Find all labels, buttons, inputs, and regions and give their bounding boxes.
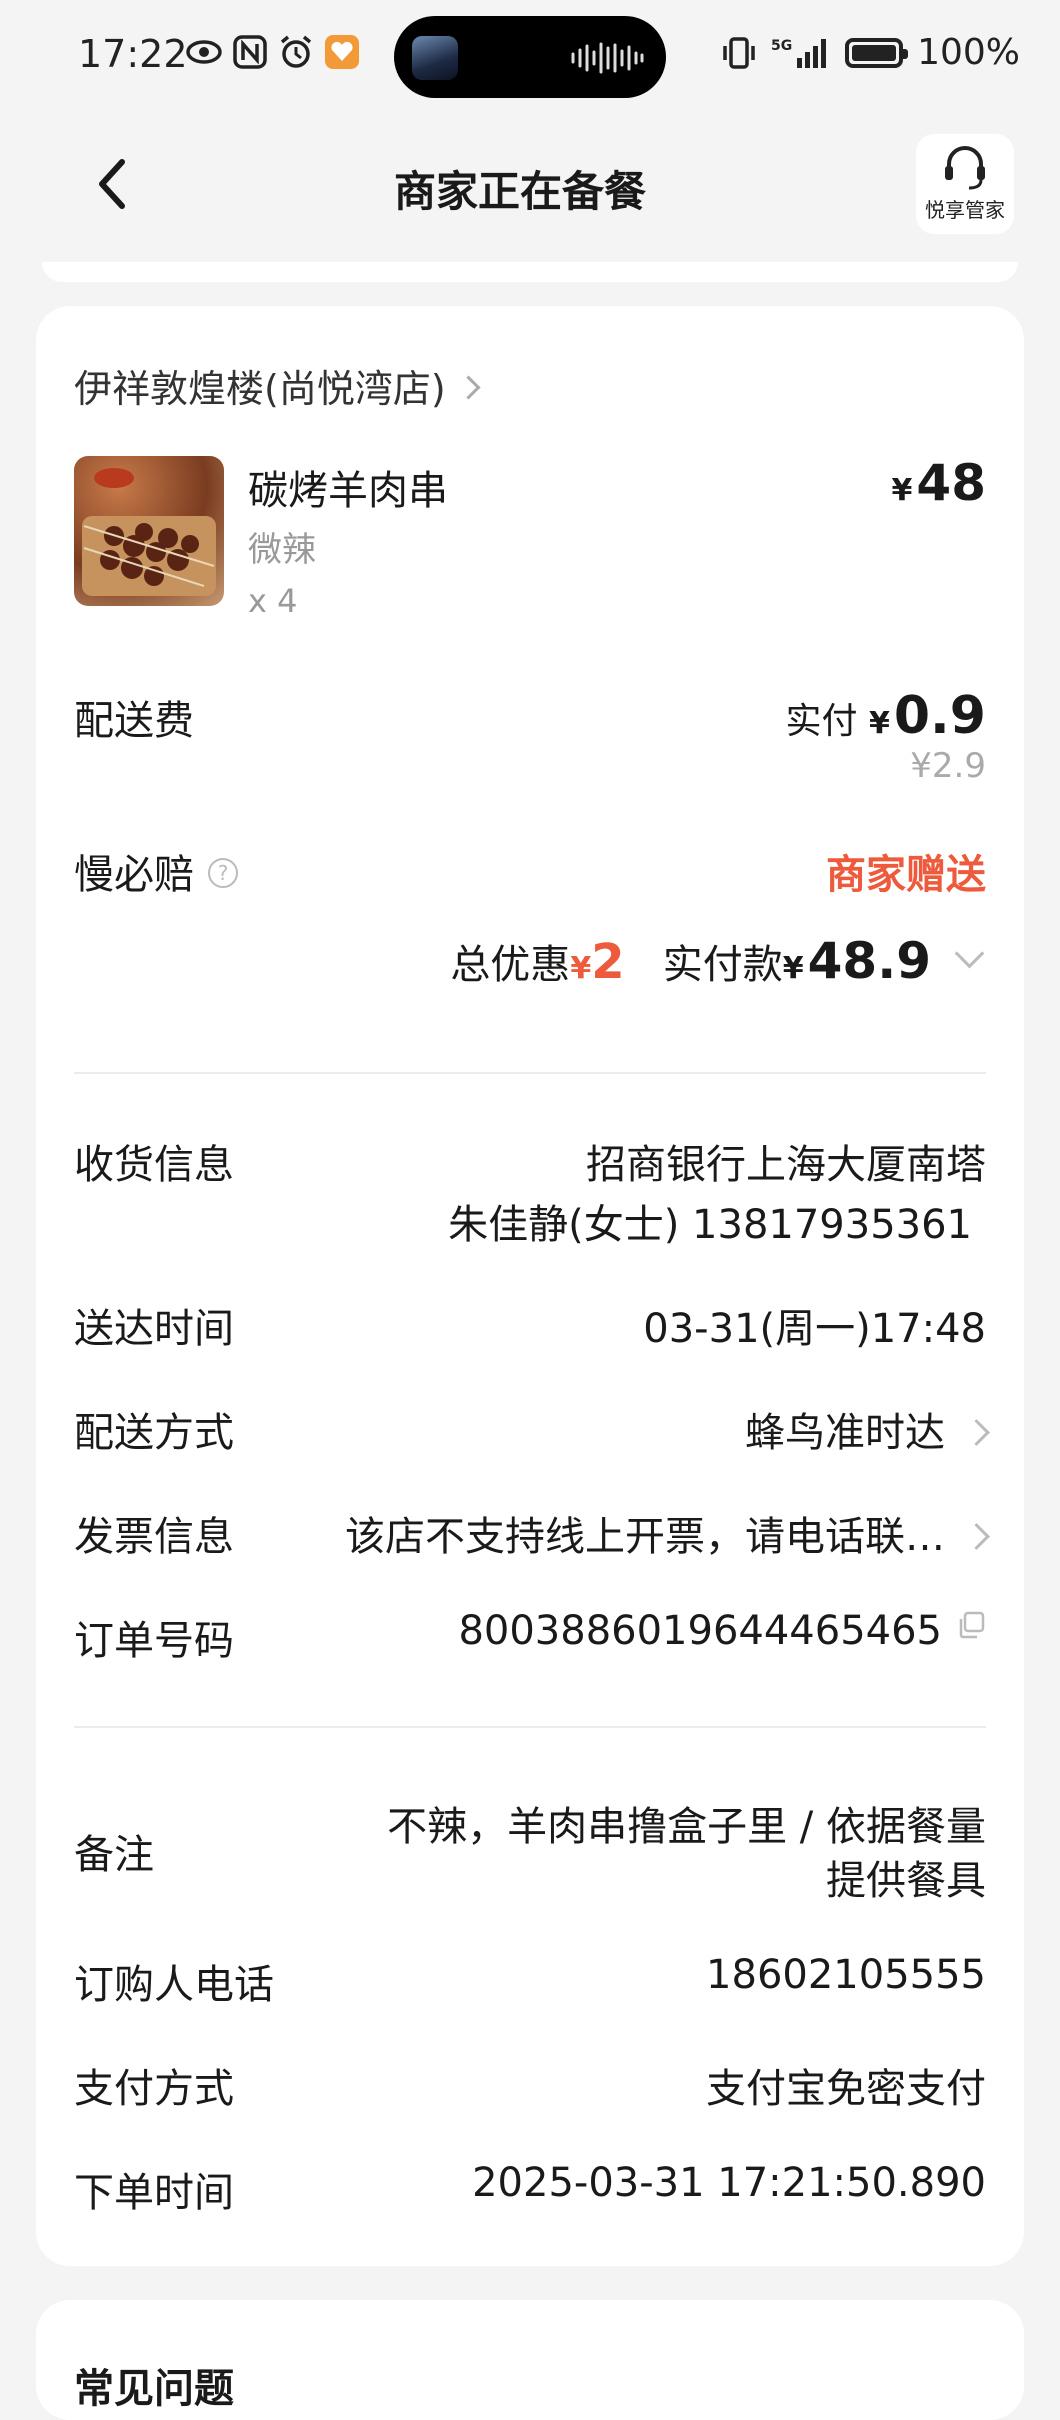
app-badge-icon [325,35,359,69]
receiver-contact: 朱佳静(女士) 13817935361 [448,1202,972,1248]
buyer-phone-label: 订购人电话 [74,1962,274,2008]
delivery-fee-paid: 实付 ¥0.9 [786,686,986,746]
nfc-icon [233,35,267,69]
order-no-row: 8003886019644465465 [458,1608,986,1654]
nav-bar: 商家正在备餐 悦享管家 [0,116,1060,256]
delivery-fee-original: ¥2.9 [910,746,986,786]
order-time-value: 2025-03-31 17:21:50.890 [472,2160,986,2206]
currency-symbol: ¥ [869,706,890,741]
food-image-icon [82,468,216,596]
status-time: 17:22 [78,32,188,76]
food-thumbnail[interactable] [74,456,224,606]
delivery-method-label: 配送方式 [74,1410,234,1456]
slow-compensation-text: 慢必赔 [74,852,194,898]
audio-wave-icon [571,42,644,74]
divider [74,1072,986,1074]
item-name: 碳烤羊肉串 [248,468,448,514]
order-totals[interactable]: 总优惠¥2 实付款¥48.9 [450,932,985,990]
shop-name: 伊祥敦煌楼(尚悦湾店) [74,367,446,411]
chevron-right-icon [456,375,481,400]
currency-symbol: ¥ [570,951,592,986]
paid-total-value: 48.9 [807,932,931,990]
help-icon[interactable]: ? [208,858,238,888]
helper-button[interactable]: 悦享管家 [916,134,1014,234]
buyer-phone-value: 18602105555 [706,1952,986,1998]
divider [74,1726,986,1728]
faq-title: 常见问题 [74,2366,234,2412]
paid-prefix: 实付 [785,701,858,742]
receiver-label: 收货信息 [74,1142,234,1188]
discount-label: 总优惠 [450,942,571,988]
item-spec: 微辣 [248,530,316,570]
eye-icon [186,40,222,64]
status-left-icons [186,34,360,70]
order-no-label: 订单号码 [74,1618,234,1664]
vibrate-icon [723,36,755,69]
previous-card-edge [42,262,1018,282]
headset-icon [945,146,985,190]
receiver-address: 招商银行上海大厦南塔 [586,1142,986,1188]
alarm-icon [280,35,312,68]
item-quantity: x 4 [248,582,298,620]
delivery-fee-label: 配送费 [74,698,194,744]
order-time-label: 下单时间 [74,2170,234,2216]
chevron-right-icon [963,1419,990,1446]
battery-icon [845,37,909,68]
delivery-time-value: 03-31(周一)17:48 [643,1306,986,1352]
chevron-right-icon [963,1523,990,1550]
delivery-method-row[interactable]: 蜂鸟准时达 [745,1400,990,1458]
discount-value: 2 [591,934,625,990]
status-right-icons: 5G 100% [721,32,1020,73]
currency-symbol: ¥ [891,473,913,508]
item-price-value: 48 [916,454,986,512]
pay-method-label: 支付方式 [74,2066,234,2112]
order-no-value: 8003886019644465465 [458,1608,942,1654]
media-thumbnail [412,36,458,80]
dynamic-island[interactable] [394,16,666,98]
faq-card: 常见问题 [36,2300,1024,2420]
order-detail-card: 伊祥敦煌楼(尚悦湾店) 碳烤羊肉串 微辣 x 4 ¥48 配送费 实付 ¥0.9… [36,306,1024,2266]
currency-symbol: ¥ [782,951,804,986]
slow-compensation-value: 商家赠送 [826,852,986,898]
delivery-time-label: 送达时间 [74,1306,234,1352]
chevron-down-icon [954,938,985,969]
item-price: ¥48 [892,454,986,512]
invoice-row[interactable]: 该店不支持线上开票，请电话联… [345,1504,990,1562]
svg-text:5G: 5G [771,38,792,54]
remark-line-1: 不辣，羊肉串撸盒子里 / 依据餐量 [387,1804,986,1850]
paid-total-label: 实付款 [662,942,783,988]
invoice-value: 该店不支持线上开票，请电话联… [345,1514,945,1560]
pay-method-value: 支付宝免密支付 [706,2066,986,2112]
helper-label: 悦享管家 [925,198,1005,222]
battery-percent: 100% [917,32,1020,73]
page-title: 商家正在备餐 [393,167,646,216]
shop-link[interactable]: 伊祥敦煌楼(尚悦湾店) [74,358,986,413]
invoice-label: 发票信息 [74,1514,234,1560]
delivery-method-value: 蜂鸟准时达 [745,1410,945,1456]
status-bar: 17:22 5G 100% [0,0,1060,116]
delivery-fee-paid-value: 0.9 [893,686,986,746]
remark-label: 备注 [74,1832,154,1878]
copy-icon[interactable] [956,1610,986,1640]
remark-line-2: 提供餐具 [826,1858,986,1904]
signal-5g-icon: 5G [771,38,827,68]
slow-compensation-label: 慢必赔? [74,842,238,900]
